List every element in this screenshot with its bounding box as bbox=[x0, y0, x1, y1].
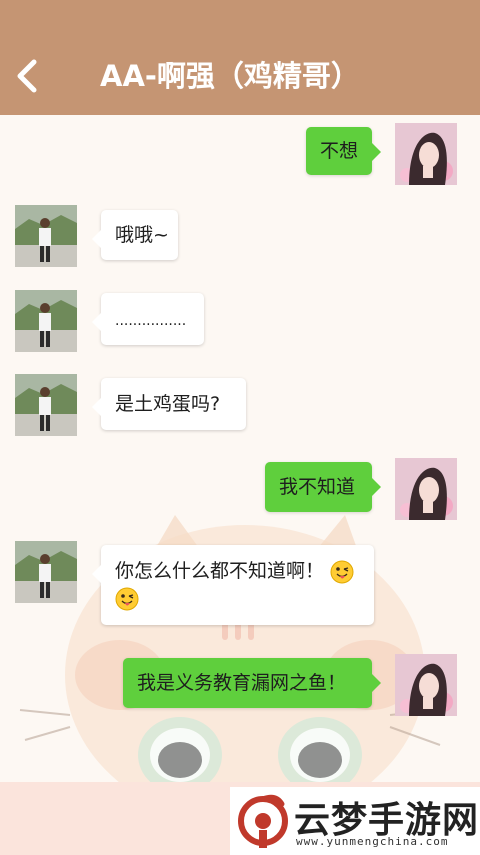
message-bubble[interactable]: 哦哦~ bbox=[92, 210, 178, 260]
man-avatar-image bbox=[15, 374, 77, 436]
chevron-left-icon bbox=[17, 59, 37, 93]
message-text: 哦哦~ bbox=[115, 224, 169, 246]
message-bubble[interactable]: 你怎么什么都不知道啊！ bbox=[92, 545, 374, 625]
message-bubble[interactable]: ................ bbox=[92, 293, 204, 345]
message-bubble[interactable]: 我不知道 bbox=[265, 462, 381, 512]
message-bubble[interactable]: 我是义务教育漏网之鱼！ bbox=[123, 658, 381, 708]
message-text: ................ bbox=[115, 313, 187, 329]
site-watermark: 云梦手游网 www.yunmengchina.com bbox=[230, 787, 480, 855]
contact-avatar[interactable] bbox=[15, 290, 77, 352]
chat-title: AA-啊强（鸡精哥） bbox=[100, 59, 360, 93]
self-avatar[interactable] bbox=[395, 458, 457, 520]
message-text: 你怎么什么都不知道啊！ bbox=[115, 560, 325, 582]
message-text: 是土鸡蛋吗? bbox=[115, 393, 221, 415]
message-text: 我是义务教育漏网之鱼！ bbox=[137, 672, 347, 694]
watermark-url: www.yunmengchina.com bbox=[296, 835, 449, 848]
winking-tongue-emoji bbox=[330, 560, 354, 583]
message-text: 我不知道 bbox=[279, 476, 356, 498]
contact-avatar[interactable] bbox=[15, 374, 77, 436]
girl-avatar-image bbox=[395, 654, 457, 716]
contact-avatar[interactable] bbox=[15, 205, 77, 267]
message-text: 不想 bbox=[320, 140, 359, 162]
self-avatar[interactable] bbox=[395, 123, 457, 185]
girl-avatar-image bbox=[395, 123, 457, 185]
watermark-logo bbox=[238, 794, 288, 848]
man-avatar-image bbox=[15, 205, 77, 267]
man-avatar-image bbox=[15, 541, 77, 603]
man-avatar-image bbox=[15, 290, 77, 352]
winking-tongue-emoji bbox=[115, 587, 139, 610]
contact-avatar[interactable] bbox=[15, 541, 77, 603]
girl-avatar-image bbox=[395, 458, 457, 520]
message-bubble[interactable]: 不想 bbox=[306, 127, 381, 175]
self-avatar[interactable] bbox=[395, 654, 457, 716]
message-bubble[interactable]: 是土鸡蛋吗? bbox=[92, 378, 246, 430]
chat-header: AA-啊强（鸡精哥） bbox=[0, 0, 480, 115]
back-button[interactable] bbox=[12, 56, 46, 96]
